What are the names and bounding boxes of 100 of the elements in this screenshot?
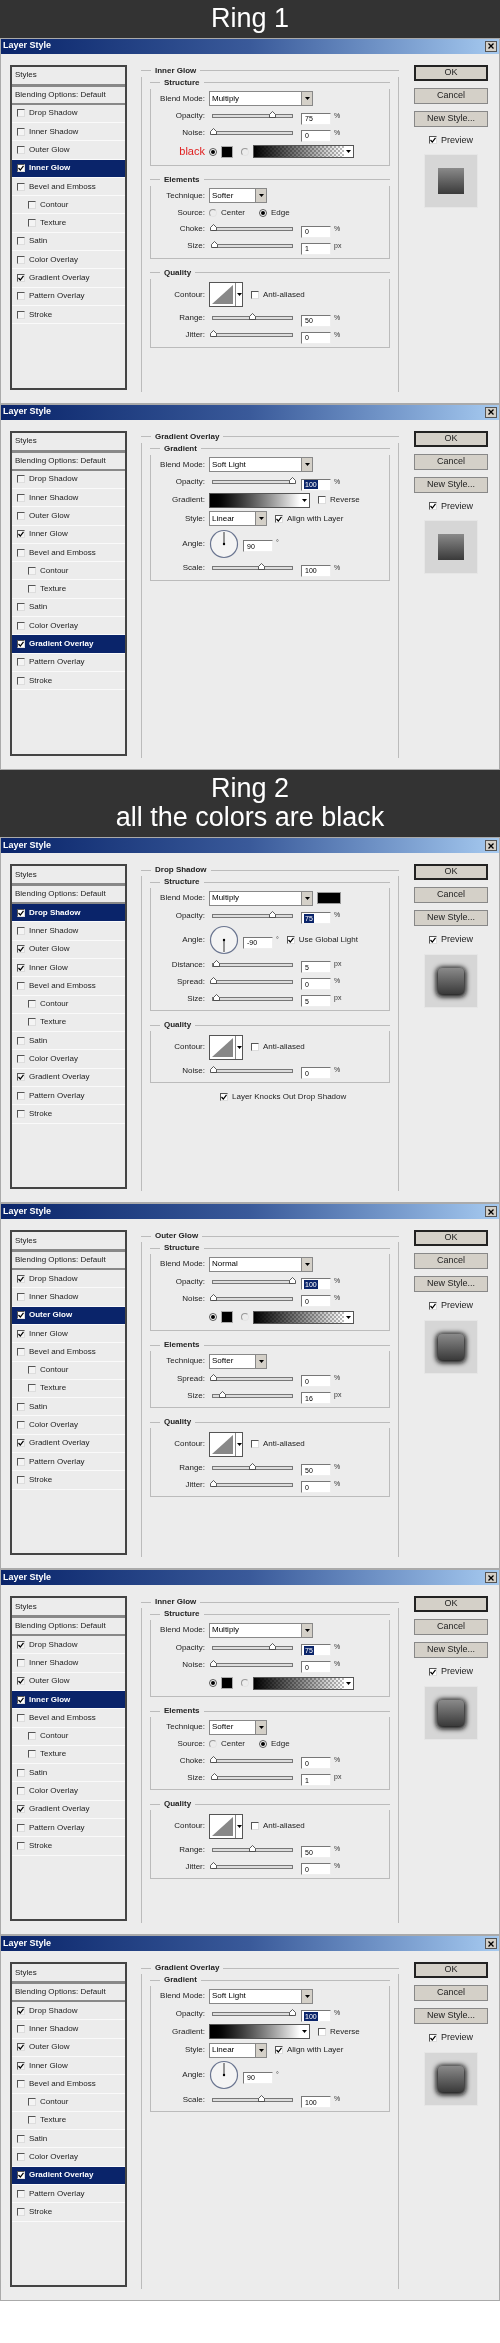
slider[interactable]: [212, 1847, 293, 1852]
close-button[interactable]: [485, 840, 497, 852]
style-item[interactable]: Gradient Overlay: [12, 1800, 125, 1820]
checkbox[interactable]: [429, 935, 437, 944]
checkbox[interactable]: [17, 1695, 25, 1704]
dialog-button[interactable]: Cancel: [414, 453, 488, 470]
slider-thumb[interactable]: [209, 1293, 217, 1301]
checkbox[interactable]: [17, 1329, 25, 1338]
close-button[interactable]: [485, 40, 497, 52]
checkbox[interactable]: [17, 1274, 25, 1283]
checkbox[interactable]: [17, 2043, 25, 2052]
gradient-picker[interactable]: [209, 492, 310, 508]
checkbox[interactable]: [17, 2207, 25, 2216]
style-item[interactable]: Pattern Overlay: [12, 653, 125, 672]
slider[interactable]: [212, 2097, 293, 2102]
style-item[interactable]: Outer Glow: [12, 507, 125, 526]
slider[interactable]: [212, 962, 293, 967]
checkbox[interactable]: [17, 2061, 25, 2070]
style-item[interactable]: Satin: [12, 1398, 125, 1417]
style-item[interactable]: Outer Glow: [12, 2038, 125, 2057]
style-item[interactable]: Inner Glow: [12, 1324, 125, 1344]
slider[interactable]: [212, 1662, 293, 1667]
checkbox[interactable]: [17, 274, 25, 282]
slider[interactable]: [212, 996, 293, 1001]
checkbox[interactable]: [17, 2025, 25, 2033]
slider[interactable]: [212, 1279, 293, 1284]
style-item[interactable]: Inner Shadow: [12, 2020, 125, 2039]
slider[interactable]: [212, 1775, 293, 1780]
checkbox[interactable]: [17, 2189, 25, 2198]
slider[interactable]: [212, 1393, 293, 1398]
radio-button[interactable]: [259, 208, 267, 217]
style-item[interactable]: Outer Glow: [12, 940, 125, 959]
slider-thumb[interactable]: [249, 1844, 256, 1852]
style-item[interactable]: Bevel and Emboss: [12, 2075, 125, 2094]
checkbox[interactable]: [28, 1384, 36, 1393]
dropdown[interactable]: Soft Light: [209, 457, 313, 473]
slider[interactable]: [212, 333, 293, 338]
checkbox[interactable]: [429, 136, 437, 145]
checkbox[interactable]: [17, 1457, 25, 1466]
checkbox[interactable]: [17, 1421, 25, 1430]
slider-thumb[interactable]: [209, 128, 217, 136]
checkbox[interactable]: [17, 676, 25, 685]
dialog-button[interactable]: New Style...: [414, 2008, 488, 2025]
checkbox[interactable]: [429, 2033, 437, 2042]
slider-thumb[interactable]: [268, 910, 276, 918]
gradient-picker[interactable]: [253, 145, 354, 159]
checkbox[interactable]: [17, 1091, 25, 1100]
dropdown[interactable]: Softer: [209, 188, 267, 204]
color-swatch[interactable]: [317, 892, 341, 905]
checkbox[interactable]: [251, 290, 259, 299]
dialog-button[interactable]: New Style...: [414, 110, 488, 127]
slider-thumb[interactable]: [209, 1755, 217, 1763]
slider-thumb[interactable]: [258, 563, 266, 571]
slider-thumb[interactable]: [258, 2094, 266, 2102]
style-item[interactable]: Bevel and Emboss: [12, 1709, 125, 1728]
blending-options-item[interactable]: Blending Options: Default: [12, 86, 125, 105]
checkbox[interactable]: [28, 1018, 36, 1027]
style-item[interactable]: Contour: [12, 196, 125, 215]
dialog-button[interactable]: New Style...: [414, 910, 488, 927]
checkbox[interactable]: [286, 936, 295, 945]
style-item[interactable]: Satin: [12, 2130, 125, 2149]
checkbox[interactable]: [28, 1366, 36, 1375]
style-item[interactable]: Stroke: [12, 2203, 125, 2222]
checkbox[interactable]: [28, 2098, 36, 2107]
checkbox[interactable]: [17, 603, 25, 612]
style-item[interactable]: Pattern Overlay: [12, 2185, 125, 2204]
dropdown[interactable]: Linear: [209, 2042, 267, 2058]
style-item[interactable]: Pattern Overlay: [12, 1087, 125, 1106]
checkbox[interactable]: [17, 475, 25, 484]
style-item[interactable]: Inner Shadow: [12, 1288, 125, 1307]
radio-button[interactable]: [259, 1740, 267, 1749]
style-item[interactable]: Inner Glow: [12, 525, 125, 544]
checkbox[interactable]: [17, 1823, 25, 1832]
slider-thumb[interactable]: [288, 1276, 296, 1284]
style-item[interactable]: Contour: [12, 995, 125, 1014]
dialog-button[interactable]: Cancel: [414, 1985, 488, 2002]
dialog-button[interactable]: New Style...: [414, 1276, 488, 1293]
slider-thumb[interactable]: [249, 313, 256, 321]
dialog-button[interactable]: OK: [414, 1962, 488, 1979]
style-item[interactable]: Color Overlay: [12, 251, 125, 270]
style-item[interactable]: Inner Shadow: [12, 123, 125, 142]
style-item[interactable]: Outer Glow: [12, 141, 125, 160]
style-item[interactable]: Drop Shadow: [12, 1270, 125, 1289]
dialog-button[interactable]: Cancel: [414, 1253, 488, 1270]
styles-heading[interactable]: Styles: [12, 432, 125, 453]
style-item[interactable]: Inner Shadow: [12, 489, 125, 508]
slider-thumb[interactable]: [209, 1861, 217, 1869]
color-swatch[interactable]: [221, 145, 233, 158]
checkbox[interactable]: [17, 640, 25, 648]
checkbox[interactable]: [17, 2079, 25, 2088]
checkbox[interactable]: [17, 1713, 25, 1722]
slider[interactable]: [212, 316, 293, 321]
contour-picker[interactable]: [209, 1431, 243, 1457]
style-item[interactable]: Drop Shadow: [12, 1636, 125, 1655]
checkbox[interactable]: [251, 1043, 259, 1052]
dropdown[interactable]: Linear: [209, 511, 267, 527]
checkbox[interactable]: [17, 1805, 25, 1814]
style-item[interactable]: Contour: [12, 2093, 125, 2112]
checkbox[interactable]: [17, 1055, 25, 1064]
style-item[interactable]: Inner Shadow: [12, 1654, 125, 1673]
